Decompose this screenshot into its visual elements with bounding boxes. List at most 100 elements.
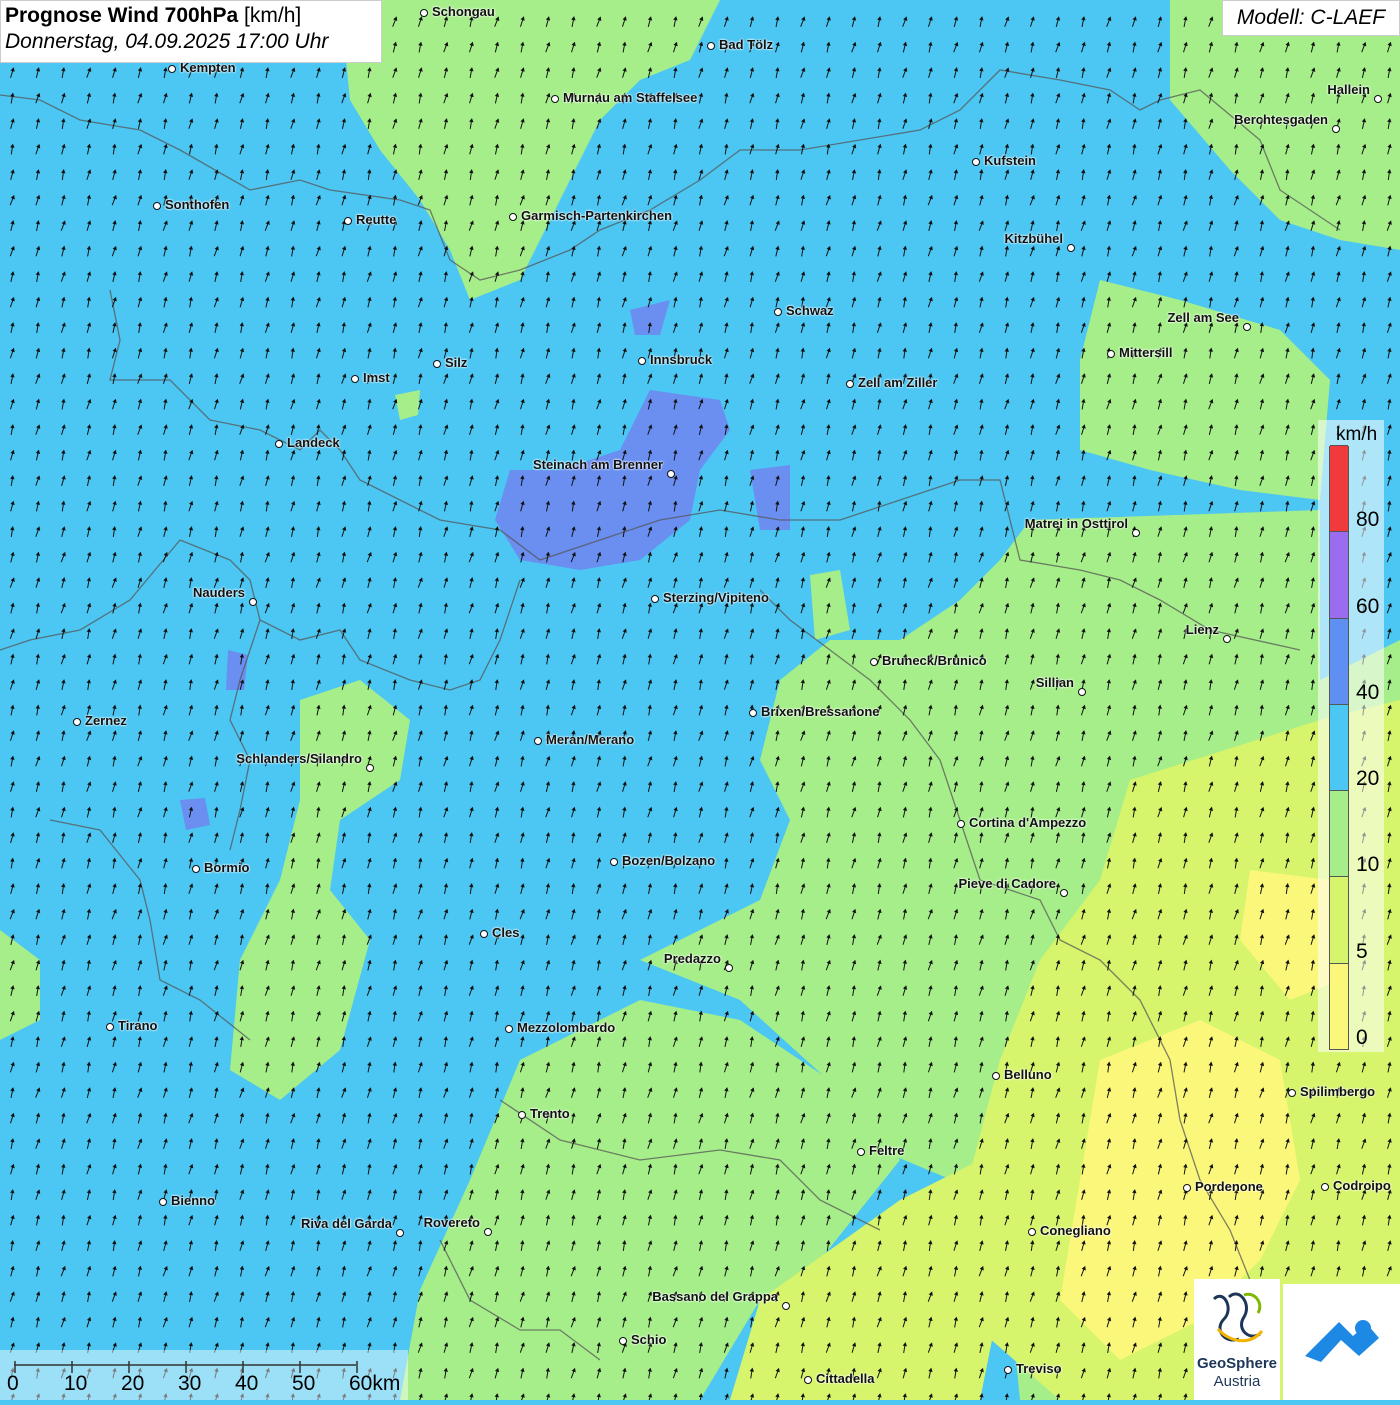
city-label: Feltre (869, 1143, 904, 1158)
geosphere-logo-line1: GeoSphere (1194, 1355, 1280, 1372)
city-label: Schlanders/Silandro (236, 751, 362, 766)
city-marker (707, 42, 715, 50)
city-marker (551, 95, 559, 103)
city-marker (610, 858, 618, 866)
city-marker (782, 1302, 790, 1310)
city-marker (153, 202, 161, 210)
city-marker (168, 65, 176, 73)
city-marker (192, 865, 200, 873)
city-label: Kufstein (984, 153, 1036, 168)
city-label: Bozen/Bolzano (622, 853, 715, 868)
city-label: Belluno (1004, 1067, 1052, 1082)
city-label: Cittadella (816, 1371, 875, 1386)
city-label: Zell am Ziller (858, 375, 937, 390)
legend-tick-label: 5 (1356, 940, 1368, 964)
city-marker (1107, 350, 1115, 358)
app-logo (1283, 1284, 1400, 1400)
city-marker (619, 1337, 627, 1345)
city-label: Cles (492, 925, 519, 940)
city-label: Silz (445, 355, 467, 370)
city-marker (1060, 889, 1068, 897)
scale-label: 20 (121, 1372, 144, 1396)
scale-label: 30 (178, 1372, 201, 1396)
city-marker (484, 1228, 492, 1236)
legend-color-bar (1329, 446, 1349, 1050)
legend-swatch (1330, 445, 1348, 531)
city-marker (249, 598, 257, 606)
cloud-arrow-icon (1283, 1284, 1400, 1400)
legend-tick-label: 40 (1356, 681, 1379, 705)
legend-swatch (1330, 531, 1348, 617)
city-label: Berchtesgaden (1234, 112, 1328, 127)
city-label: Zernez (85, 713, 127, 728)
legend-tick-label: 20 (1356, 767, 1379, 791)
legend-tick-label: 0 (1356, 1026, 1368, 1050)
scale-label: 50 (292, 1372, 315, 1396)
city-marker (725, 964, 733, 972)
legend-swatch (1330, 790, 1348, 876)
city-marker (1028, 1228, 1036, 1236)
scale-label: 40 (235, 1372, 258, 1396)
city-label: Lienz (1186, 622, 1219, 637)
city-marker (1004, 1366, 1012, 1374)
city-marker (534, 737, 542, 745)
city-marker (73, 718, 81, 726)
city-label: Hallein (1327, 82, 1370, 97)
city-label: Bienno (171, 1193, 215, 1208)
city-marker (1078, 688, 1086, 696)
city-label: Bassano del Grappa (652, 1289, 778, 1304)
city-marker (774, 308, 782, 316)
city-marker (651, 595, 659, 603)
city-marker (870, 658, 878, 666)
city-marker (366, 764, 374, 772)
city-label: Rovereto (424, 1215, 480, 1230)
geosphere-logo-line2: Austria (1194, 1373, 1280, 1390)
city-marker (972, 158, 980, 166)
city-label: Tirano (118, 1018, 158, 1033)
city-label: Conegliano (1040, 1223, 1111, 1238)
geosphere-logo: GeoSphere Austria (1194, 1279, 1280, 1400)
legend-swatch (1330, 704, 1348, 790)
city-marker (396, 1229, 404, 1237)
city-marker (1288, 1089, 1296, 1097)
scale-label: 10 (64, 1372, 87, 1396)
city-label: Zell am See (1167, 310, 1239, 325)
city-label: Steinach am Brenner (533, 457, 663, 472)
city-marker (433, 360, 441, 368)
model-label: Modell: C-LAEF (1222, 0, 1400, 36)
title-box: Prognose Wind 700hPa [km/h] Donnerstag, … (0, 0, 382, 63)
city-marker (1132, 529, 1140, 537)
city-label: Schwaz (786, 303, 834, 318)
city-marker (1183, 1184, 1191, 1192)
color-legend: km/h 051020406080 (1318, 420, 1384, 1052)
city-label: Mittersill (1119, 345, 1172, 360)
legend-tick-label: 80 (1356, 508, 1379, 532)
city-marker (846, 380, 854, 388)
city-label: Pordenone (1195, 1179, 1263, 1194)
city-marker (1332, 125, 1340, 133)
city-label: Imst (363, 370, 390, 385)
city-marker (480, 930, 488, 938)
city-label: Bruneck/Brunico (882, 653, 987, 668)
legend-tick-label: 10 (1356, 853, 1379, 877)
city-label: Trento (530, 1106, 570, 1121)
city-marker (420, 9, 428, 17)
legend-swatch (1330, 963, 1348, 1049)
city-marker (804, 1376, 812, 1384)
city-label: Riva del Garda (301, 1216, 392, 1231)
city-label: Sonthofen (165, 197, 229, 212)
city-label: Meran/Merano (546, 732, 634, 747)
city-marker (857, 1148, 865, 1156)
legend-swatch (1330, 876, 1348, 962)
city-label: Murnau am Staffelsee (563, 90, 697, 105)
city-label: Sillian (1036, 675, 1074, 690)
city-marker (638, 357, 646, 365)
city-marker (351, 375, 359, 383)
city-label: Predazzo (664, 951, 721, 966)
scale-label: 60km (349, 1372, 400, 1396)
city-marker (275, 440, 283, 448)
city-label: Cortina d'Ampezzo (969, 815, 1086, 830)
city-label: Sterzing/Vipiteno (663, 590, 769, 605)
legend-tick-label: 60 (1356, 595, 1379, 619)
city-marker (992, 1072, 1000, 1080)
